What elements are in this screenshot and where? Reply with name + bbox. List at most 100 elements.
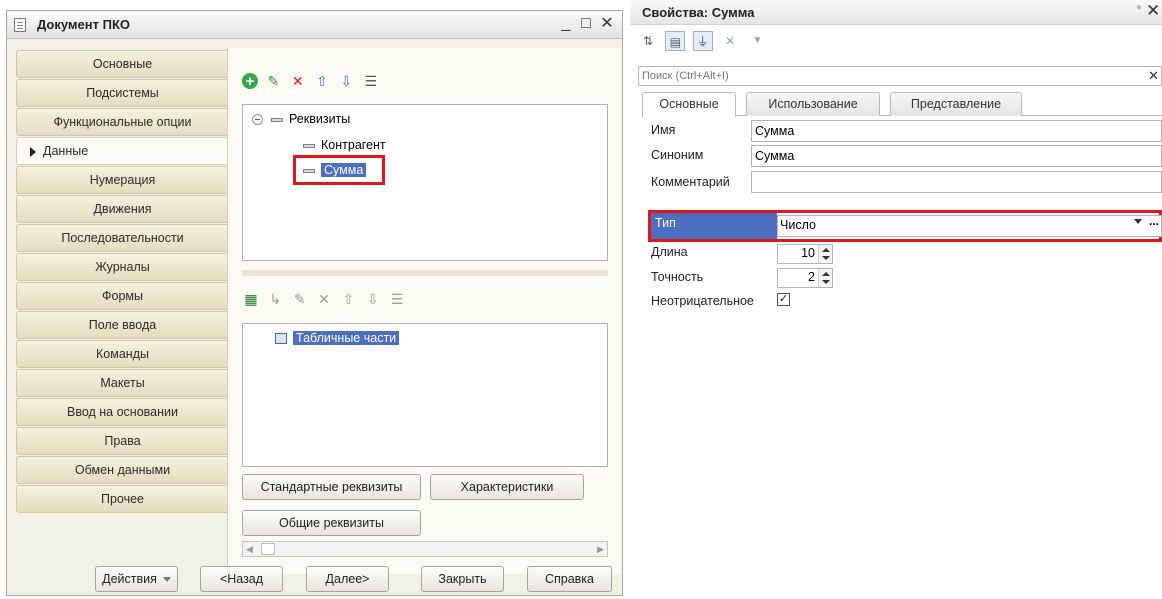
move-up-icon[interactable]: ⇧ bbox=[339, 290, 357, 308]
nav-item-dannye[interactable]: Данные bbox=[16, 137, 228, 165]
next-button[interactable]: Далее> bbox=[306, 566, 389, 592]
close-icon[interactable]: ✕ bbox=[598, 14, 616, 34]
attributes-tree: Реквизиты Контрагент Сумма bbox=[242, 104, 608, 261]
list-icon[interactable]: ☰ bbox=[388, 290, 406, 308]
sort-alphabetical-icon[interactable]: ⇅ bbox=[638, 31, 658, 51]
tree-item-label: Контрагент bbox=[321, 138, 386, 152]
move-down-icon[interactable]: ⇩ bbox=[364, 290, 382, 308]
window-titlebar: Документ ПКО _ □ ✕ bbox=[7, 11, 622, 39]
tree-row-tabular-parts[interactable]: Табличные части bbox=[275, 328, 400, 348]
move-up-icon[interactable]: ⇧ bbox=[313, 72, 331, 90]
type-field[interactable]: Число bbox=[777, 215, 1162, 237]
tree-root-label: Табличные части bbox=[293, 331, 400, 345]
search-input[interactable] bbox=[639, 67, 1139, 85]
nav-item-makety[interactable]: Макеты bbox=[16, 369, 228, 397]
tab-predstavlenie[interactable]: Представление bbox=[890, 92, 1022, 116]
add-table-icon[interactable]: ▦ bbox=[242, 290, 260, 308]
collapse-icon[interactable] bbox=[252, 114, 263, 126]
clear-icon[interactable]: ✕ bbox=[720, 31, 740, 51]
attributes-toolbar: + ✎ ✕ ⇧ ⇩ ☰ bbox=[242, 72, 383, 94]
synonym-field[interactable]: Сумма bbox=[751, 145, 1162, 167]
spin-arrows-icon[interactable] bbox=[818, 269, 832, 287]
comment-field[interactable] bbox=[751, 171, 1162, 193]
tab-ispolzovanie[interactable]: Использование bbox=[746, 92, 880, 116]
length-value: 10 bbox=[801, 246, 815, 260]
close-button[interactable]: Закрыть bbox=[421, 566, 504, 592]
nav-item-formy[interactable]: Формы bbox=[16, 282, 228, 310]
precision-stepper[interactable]: 2 bbox=[777, 268, 833, 288]
footer-bar: Действия <Назад Далее> Закрыть Справка bbox=[7, 563, 622, 595]
nonnegative-checkbox[interactable]: ✓ bbox=[777, 293, 790, 306]
name-field[interactable]: Сумма bbox=[751, 120, 1162, 142]
nav-item-obmen-dannymi[interactable]: Обмен данными bbox=[16, 456, 228, 484]
minimize-icon[interactable]: _ bbox=[557, 14, 575, 34]
tree-root-label: Реквизиты bbox=[289, 112, 351, 126]
properties-search: ✕ bbox=[638, 66, 1162, 86]
scroll-right-icon[interactable]: ▶ bbox=[597, 544, 604, 555]
maximize-icon[interactable]: □ bbox=[577, 14, 595, 34]
nav-item-label: Данные bbox=[43, 144, 89, 158]
type-label: Тип bbox=[651, 213, 777, 239]
attribute-icon bbox=[271, 117, 283, 122]
common-attributes-button[interactable]: Общие реквизиты bbox=[242, 510, 421, 536]
scroll-left-icon[interactable]: ◀ bbox=[246, 544, 253, 555]
data-section-panel: + ✎ ✕ ⇧ ⇩ ☰ Реквизиты Контрагент Сумма ▦… bbox=[227, 48, 621, 574]
document-icon bbox=[14, 18, 26, 32]
add-subitem-icon[interactable]: ↳ bbox=[266, 290, 284, 308]
more-icon[interactable]: ... bbox=[1149, 213, 1159, 229]
attribute-icon bbox=[303, 143, 315, 148]
type-row: Тип Число ... bbox=[648, 210, 1162, 242]
spin-arrows-icon[interactable] bbox=[818, 245, 832, 263]
chevron-down-icon[interactable]: ▼ bbox=[747, 31, 767, 51]
nav-item-prochee[interactable]: Прочее bbox=[16, 485, 228, 513]
properties-tabs: Основные Использование Представление bbox=[642, 92, 1162, 117]
edit-icon[interactable]: ✎ bbox=[264, 72, 282, 90]
nav-item-zhurnaly[interactable]: Журналы bbox=[16, 253, 228, 281]
delete-icon[interactable]: ✕ bbox=[315, 290, 333, 308]
properties-titlebar: Свойства: Сумма ● ✕ bbox=[630, 0, 1162, 25]
synonym-label: Синоним bbox=[651, 148, 704, 162]
clear-search-icon[interactable]: ✕ bbox=[1148, 68, 1159, 84]
nav-item-numeraciya[interactable]: Нумерация bbox=[16, 166, 228, 194]
back-button[interactable]: <Назад bbox=[200, 566, 283, 592]
pin-icon[interactable]: ● bbox=[1136, 2, 1142, 13]
chevron-down-icon[interactable] bbox=[1134, 219, 1142, 224]
name-label: Имя bbox=[651, 123, 676, 137]
nav-item-funkcionalnye-opcii[interactable]: Функциональные опции bbox=[16, 108, 228, 136]
length-stepper[interactable]: 10 bbox=[777, 244, 833, 264]
actions-button[interactable]: Действия bbox=[95, 566, 178, 592]
tabular-parts-tree: Табличные части bbox=[242, 323, 608, 467]
nav-item-podsistemy[interactable]: Подсистемы bbox=[16, 79, 228, 107]
close-icon[interactable]: ✕ bbox=[1146, 1, 1160, 21]
precision-value: 2 bbox=[808, 270, 815, 284]
tabular-toolbar: ▦ ↳ ✎ ✕ ⇧ ⇩ ☰ bbox=[242, 290, 409, 312]
splitter[interactable] bbox=[242, 270, 608, 276]
properties-title: Свойства: Сумма bbox=[642, 5, 755, 20]
nav-item-prava[interactable]: Права bbox=[16, 427, 228, 455]
categorized-icon[interactable]: ▤ bbox=[665, 31, 686, 51]
tree-row-kontragent[interactable]: Контрагент bbox=[303, 135, 386, 155]
horizontal-scrollbar[interactable]: ◀ ▶ bbox=[242, 541, 608, 557]
nonnegative-label: Неотрицательное bbox=[651, 294, 754, 308]
tree-row-rekvizity[interactable]: Реквизиты bbox=[252, 109, 350, 129]
precision-label: Точность bbox=[651, 270, 704, 284]
nav-item-posledovatelnosti[interactable]: Последовательности bbox=[16, 224, 228, 252]
nav-item-osnovnye[interactable]: Основные bbox=[16, 50, 228, 78]
help-button[interactable]: Справка bbox=[527, 566, 612, 592]
actions-label: Действия bbox=[102, 572, 157, 586]
move-down-icon[interactable]: ⇩ bbox=[337, 72, 355, 90]
scroll-thumb[interactable] bbox=[261, 543, 275, 555]
tab-osnovnye[interactable]: Основные bbox=[642, 92, 736, 117]
characteristics-button[interactable]: Характеристики bbox=[430, 474, 584, 500]
nav-item-komandy[interactable]: Команды bbox=[16, 340, 228, 368]
list-icon[interactable]: ☰ bbox=[362, 72, 380, 90]
filter-icon[interactable]: ⏚ bbox=[692, 31, 713, 51]
nav-item-vvod-na-osnovanii[interactable]: Ввод на основании bbox=[16, 398, 228, 426]
add-icon[interactable]: + bbox=[242, 73, 258, 90]
delete-icon[interactable]: ✕ bbox=[289, 72, 307, 90]
standard-attributes-button[interactable]: Стандартные реквизиты bbox=[242, 474, 421, 500]
edit-icon[interactable]: ✎ bbox=[291, 290, 309, 308]
window-title: Документ ПКО bbox=[37, 17, 130, 32]
nav-item-dvizheniya[interactable]: Движения bbox=[16, 195, 228, 223]
nav-item-pole-vvoda[interactable]: Поле ввода bbox=[16, 311, 228, 339]
